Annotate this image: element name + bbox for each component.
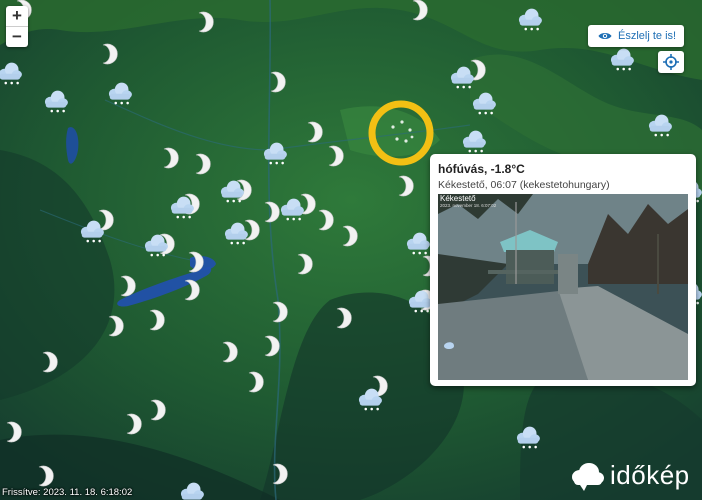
crosshair-icon [663,54,679,70]
observe-button[interactable]: Észlelj te is! [588,25,684,47]
webcam-label: Kékestető [440,194,476,203]
observation-popup: hófúvás, -1.8°C Kékestető, 06:07 (kekest… [430,154,696,386]
zoom-in-button[interactable]: + [6,6,28,26]
eye-icon [598,33,612,39]
webcam-image [438,194,688,380]
webcam-timestamp: 2023. november 18. 6:07:02 [440,203,497,208]
zoom-control: + − [6,6,28,47]
observe-button-label: Észlelj te is! [618,30,677,42]
refresh-timestamp: Frissítve: 2023. 11. 18. 6:18:02 [2,487,133,498]
webcam-photo[interactable]: Kékestető 2023. november 18. 6:07:02 [438,194,688,380]
logo-icon [572,462,604,491]
idokep-logo[interactable]: időkép [570,460,690,491]
locate-button[interactable] [658,51,684,73]
popup-subtitle: Kékestető, 06:07 (kekestetohungary) [438,179,610,191]
popup-title: hófúvás, -1.8°C [438,162,525,176]
zoom-out-button[interactable]: − [6,26,28,47]
logo-text: időkép [610,460,690,490]
